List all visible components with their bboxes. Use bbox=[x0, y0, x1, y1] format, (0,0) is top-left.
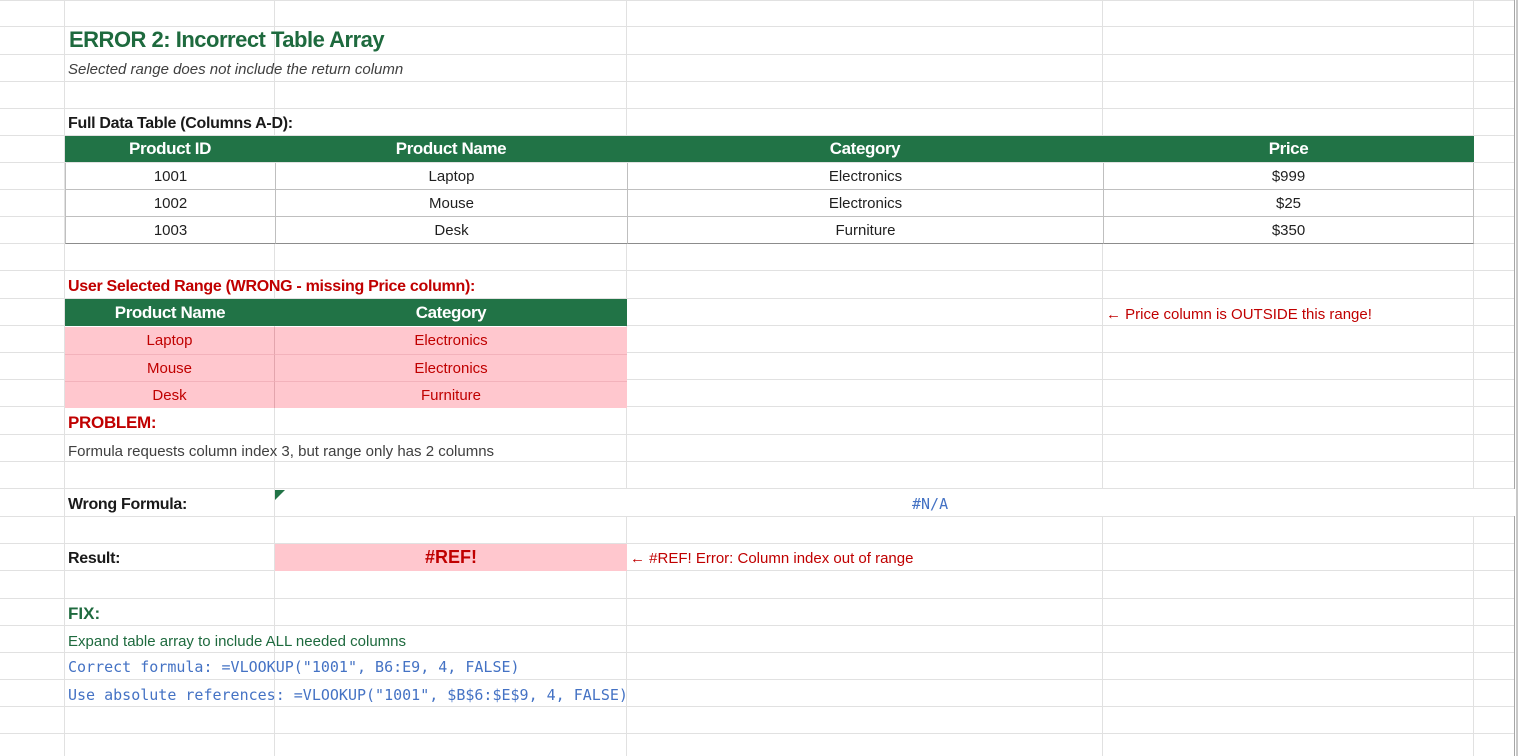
problem-text: Formula requests column index 3, but ran… bbox=[68, 443, 495, 460]
result-label: Result: bbox=[68, 550, 121, 567]
table-cell[interactable]: 1001 bbox=[65, 163, 275, 190]
wrong-formula-cell[interactable] bbox=[275, 489, 1515, 516]
price-outside-note: ← Price column is OUTSIDE this range! bbox=[1106, 306, 1372, 323]
wrong-formula-label: Wrong Formula: bbox=[68, 496, 188, 513]
table-cell[interactable]: Desk bbox=[275, 217, 627, 244]
range-cell[interactable]: Electronics bbox=[275, 354, 627, 381]
range-cell[interactable]: Mouse bbox=[65, 354, 275, 381]
fix-line-2: Correct formula: =VLOOKUP("1001", B6:E9,… bbox=[68, 658, 520, 676]
range-cell[interactable]: Desk bbox=[65, 381, 275, 408]
table-cell[interactable]: Furniture bbox=[627, 217, 1103, 244]
table-cell[interactable]: Mouse bbox=[275, 190, 627, 217]
table-cell[interactable]: $999 bbox=[1103, 163, 1474, 190]
range-cell[interactable]: Furniture bbox=[275, 381, 627, 408]
header-product-id[interactable]: Product ID bbox=[65, 136, 275, 162]
range-header-category[interactable]: Category bbox=[275, 299, 627, 326]
full-table-label: Full Data Table (Columns A-D): bbox=[68, 115, 293, 132]
selected-range-label: User Selected Range (WRONG - missing Pri… bbox=[68, 278, 476, 295]
range-cell[interactable]: Electronics bbox=[275, 327, 627, 354]
problem-heading: PROBLEM: bbox=[68, 413, 157, 432]
page-subtitle: Selected range does not include the retu… bbox=[68, 61, 404, 78]
page-title: ERROR 2: Incorrect Table Array bbox=[69, 27, 385, 52]
wrong-formula-value: #N/A bbox=[912, 495, 949, 513]
fix-line-3: Use absolute references: =VLOOKUP("1001"… bbox=[68, 686, 628, 704]
header-price[interactable]: Price bbox=[1103, 136, 1474, 162]
table-cell[interactable]: Electronics bbox=[627, 190, 1103, 217]
result-error-note: ← #REF! Error: Column index out of range bbox=[630, 550, 914, 567]
header-category[interactable]: Category bbox=[627, 136, 1103, 162]
range-cell[interactable]: Laptop bbox=[65, 327, 275, 354]
range-header-product-name[interactable]: Product Name bbox=[65, 299, 275, 326]
table-cell[interactable]: $25 bbox=[1103, 190, 1474, 217]
table-cell[interactable]: 1002 bbox=[65, 190, 275, 217]
fix-heading: FIX: bbox=[68, 604, 101, 623]
fix-line-1: Expand table array to include ALL needed… bbox=[68, 633, 407, 650]
result-error-cell[interactable]: #REF! bbox=[275, 544, 627, 571]
table-cell[interactable]: 1003 bbox=[65, 217, 275, 244]
error-indicator-icon bbox=[275, 490, 285, 500]
table-cell[interactable]: Electronics bbox=[627, 163, 1103, 190]
header-product-name[interactable]: Product Name bbox=[275, 136, 627, 162]
table-cell[interactable]: $350 bbox=[1103, 217, 1474, 244]
table-cell[interactable]: Laptop bbox=[275, 163, 627, 190]
